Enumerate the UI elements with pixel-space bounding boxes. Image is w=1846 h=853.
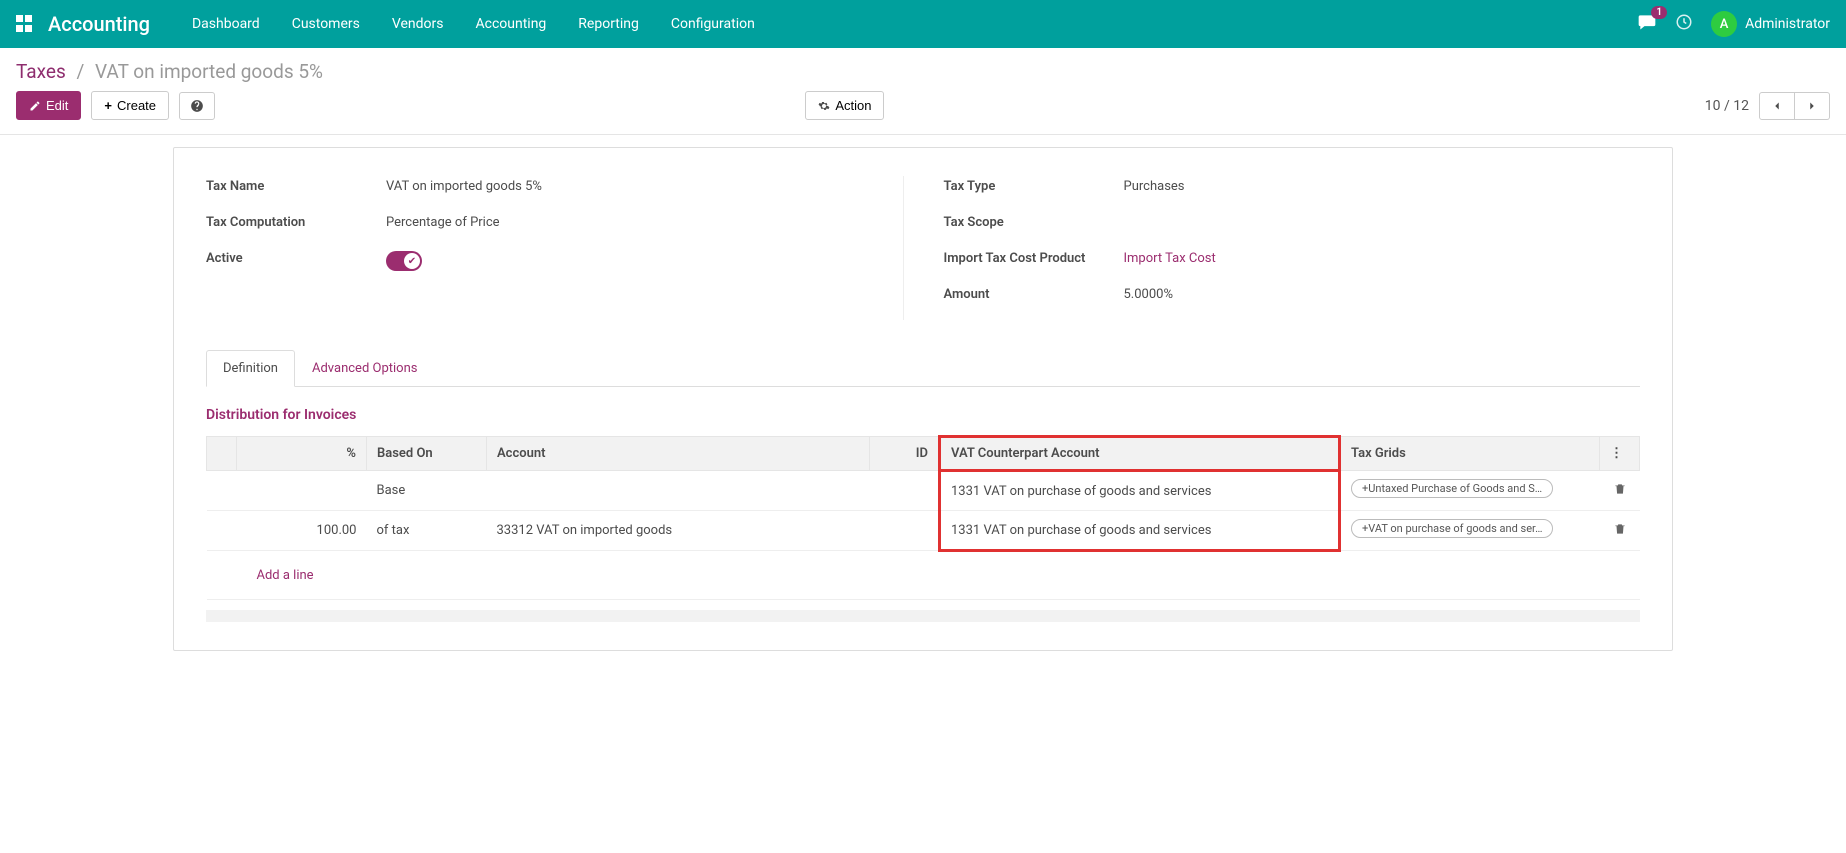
col-vat-counterpart: VAT Counterpart Account	[940, 437, 1340, 471]
tab-advanced-options[interactable]: Advanced Options	[295, 350, 434, 387]
menu-configuration[interactable]: Configuration	[657, 10, 769, 38]
avatar: A	[1711, 11, 1737, 37]
brand-title: Accounting	[48, 12, 150, 36]
pager-sep: /	[1724, 98, 1730, 114]
cell-pct: 100.00	[237, 511, 367, 551]
user-name: Administrator	[1745, 16, 1830, 32]
label-active: Active	[206, 248, 386, 275]
col-tax-grids: Tax Grids	[1340, 437, 1600, 471]
clock-icon[interactable]	[1675, 13, 1693, 35]
tax-grid-chip[interactable]: +VAT on purchase of goods and ser…	[1351, 519, 1553, 538]
breadcrumb-root[interactable]: Taxes	[16, 60, 66, 83]
col-handle	[207, 437, 237, 471]
pager-pos: 10	[1705, 98, 1721, 114]
control-bar: Taxes / VAT on imported goods 5% Edit + …	[0, 48, 1846, 135]
pager: 10 / 12	[1705, 92, 1830, 120]
cell-based-on: of tax	[367, 511, 487, 551]
cell-account: 33312 VAT on imported goods	[487, 511, 870, 551]
label-import-product: Import Tax Cost Product	[944, 248, 1124, 272]
label-amount: Amount	[944, 284, 1124, 308]
cell-id	[870, 511, 940, 551]
value-import-product[interactable]: Import Tax Cost	[1124, 248, 1611, 272]
apps-icon[interactable]	[16, 15, 34, 33]
add-line-button[interactable]: Add a line	[217, 560, 354, 591]
label-tax-name: Tax Name	[206, 176, 386, 200]
value-tax-computation: Percentage of Price	[386, 212, 873, 236]
menu-dashboard[interactable]: Dashboard	[178, 10, 274, 38]
distribution-table: % Based On Account ID VAT Counterpart Ac…	[206, 435, 1640, 600]
pager-total: 12	[1733, 98, 1749, 114]
main-menu: Dashboard Customers Vendors Accounting R…	[178, 10, 1637, 38]
col-options-icon[interactable]: ⋮	[1600, 437, 1640, 471]
value-tax-type: Purchases	[1124, 176, 1611, 200]
active-toggle[interactable]	[386, 251, 422, 271]
trash-icon[interactable]	[1613, 525, 1627, 540]
label-tax-scope: Tax Scope	[944, 212, 1124, 236]
pager-next-button[interactable]	[1795, 92, 1830, 120]
tab-definition[interactable]: Definition	[206, 350, 295, 387]
breadcrumb-sep: /	[76, 60, 84, 83]
cell-based-on: Base	[367, 471, 487, 511]
col-id: ID	[870, 437, 940, 471]
table-row[interactable]: Base 1331 VAT on purchase of goods and s…	[207, 471, 1640, 511]
label-tax-computation: Tax Computation	[206, 212, 386, 236]
value-tax-name: VAT on imported goods 5%	[386, 176, 873, 200]
trash-icon[interactable]	[1613, 485, 1627, 500]
cell-vat-counterpart: 1331 VAT on purchase of goods and servic…	[940, 511, 1340, 551]
cell-id	[870, 471, 940, 511]
cell-pct	[237, 471, 367, 511]
tabs: Definition Advanced Options	[206, 350, 1640, 387]
tax-grid-chip[interactable]: +Untaxed Purchase of Goods and S…	[1351, 479, 1553, 498]
topbar-right: 1 A Administrator	[1637, 11, 1830, 37]
user-menu[interactable]: A Administrator	[1711, 11, 1830, 37]
value-amount: 5.0000%	[1124, 284, 1611, 308]
chat-icon[interactable]: 1	[1637, 13, 1657, 35]
sheet-footer-bar	[206, 610, 1640, 622]
action-label: Action	[835, 98, 871, 113]
breadcrumb-current: VAT on imported goods 5%	[95, 60, 323, 83]
pager-prev-button[interactable]	[1759, 92, 1795, 120]
col-based-on: Based On	[367, 437, 487, 471]
chat-badge: 1	[1651, 6, 1667, 19]
col-account: Account	[487, 437, 870, 471]
cell-account	[487, 471, 870, 511]
action-button[interactable]: Action	[805, 91, 884, 120]
top-navbar: Accounting Dashboard Customers Vendors A…	[0, 0, 1846, 48]
section-title-distribution: Distribution for Invoices	[206, 407, 1640, 423]
label-tax-type: Tax Type	[944, 176, 1124, 200]
cell-vat-counterpart: 1331 VAT on purchase of goods and servic…	[940, 471, 1340, 511]
col-percent: %	[237, 437, 367, 471]
value-tax-scope	[1124, 212, 1611, 236]
menu-accounting[interactable]: Accounting	[461, 10, 560, 38]
menu-vendors[interactable]: Vendors	[378, 10, 458, 38]
table-row[interactable]: 100.00 of tax 33312 VAT on imported good…	[207, 511, 1640, 551]
breadcrumb: Taxes / VAT on imported goods 5%	[16, 60, 1830, 83]
menu-reporting[interactable]: Reporting	[564, 10, 653, 38]
form-sheet: Tax Name VAT on imported goods 5% Tax Co…	[173, 147, 1673, 651]
menu-customers[interactable]: Customers	[278, 10, 374, 38]
